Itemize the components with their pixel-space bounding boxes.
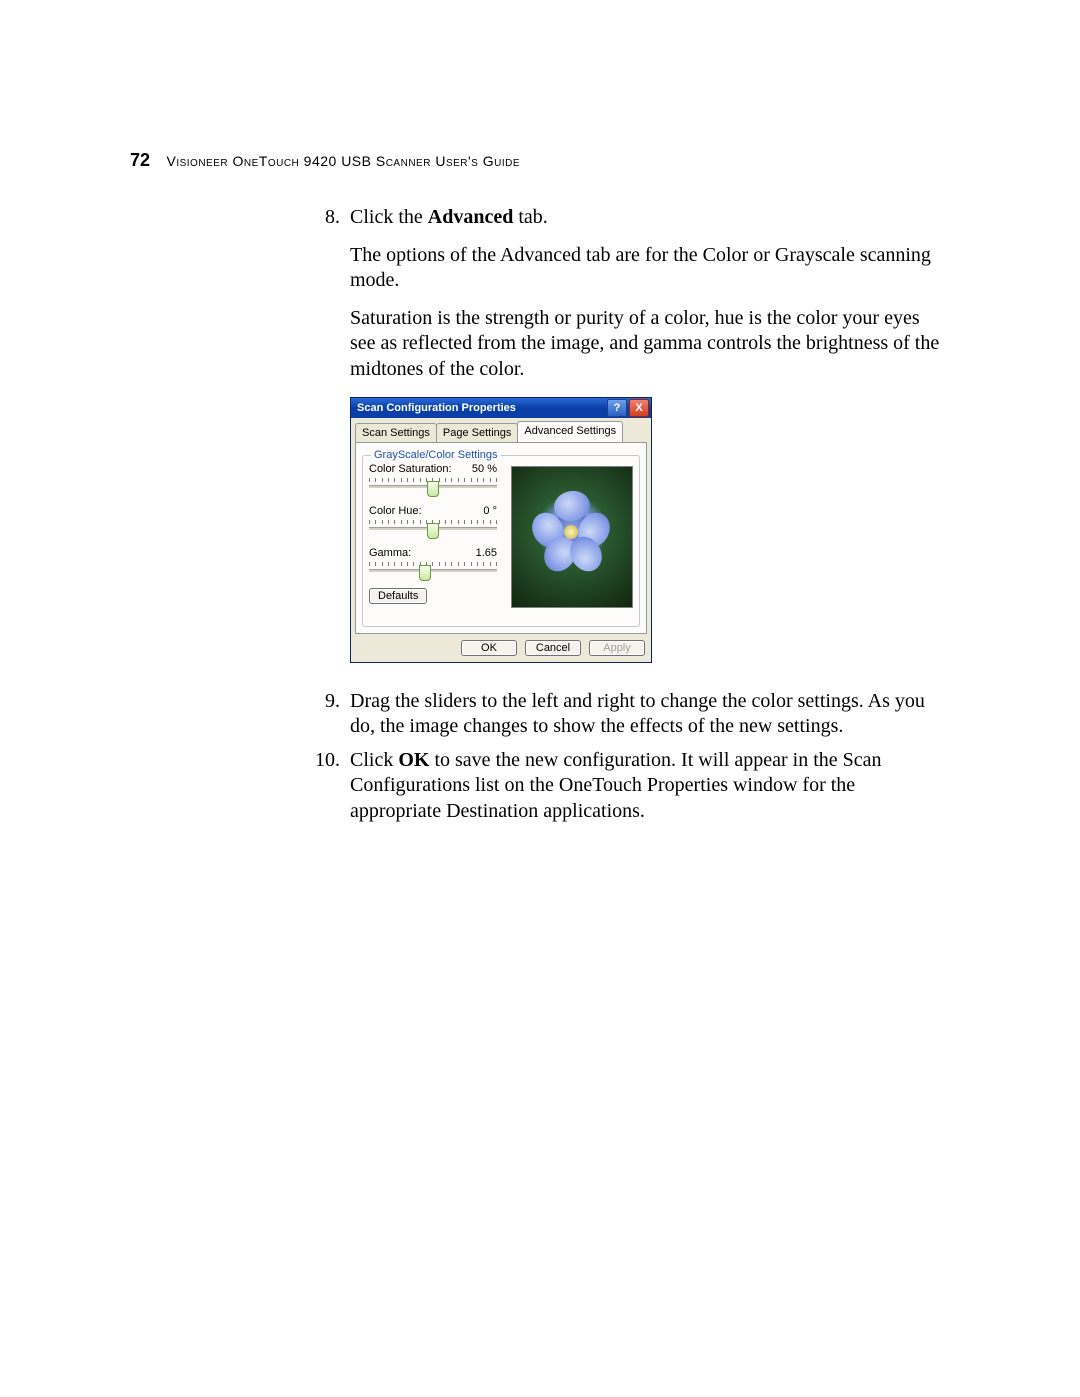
hue-slider[interactable]: [369, 520, 497, 536]
step-10: 10. Click OK to save the new configurati…: [310, 748, 950, 825]
hue-thumb[interactable]: [427, 523, 439, 539]
hue-value: 0 °: [483, 504, 497, 518]
tab-advanced-settings[interactable]: Advanced Settings: [517, 421, 623, 441]
grayscale-color-group: GrayScale/Color Settings Color Saturatio…: [362, 455, 640, 627]
dialog-titlebar[interactable]: Scan Configuration Properties ? X: [351, 398, 651, 418]
close-button[interactable]: X: [629, 399, 649, 417]
step-10-text: Click OK to save the new configuration. …: [350, 748, 950, 825]
step-8-para2: The options of the Advanced tab are for …: [350, 243, 950, 294]
page-number: 72: [130, 150, 150, 171]
gamma-thumb[interactable]: [419, 565, 431, 581]
gamma-slider[interactable]: [369, 562, 497, 578]
tab-strip: Scan Settings Page Settings Advanced Set…: [355, 422, 647, 442]
step-number: 10.: [310, 748, 340, 825]
step-number: 9.: [310, 689, 340, 740]
step-8: 8. Click the Advanced tab. The options o…: [310, 205, 950, 681]
step-number: 8.: [310, 205, 340, 681]
saturation-label: Color Saturation:: [369, 462, 452, 476]
step-8-line1: Click the Advanced tab.: [350, 205, 950, 231]
gamma-row: Gamma: 1.65: [369, 546, 497, 578]
saturation-slider[interactable]: [369, 478, 497, 494]
step-9: 9. Drag the sliders to the left and righ…: [310, 689, 950, 740]
saturation-row: Color Saturation: 50 %: [369, 462, 497, 494]
cancel-button[interactable]: Cancel: [525, 640, 581, 656]
scan-config-dialog: Scan Configuration Properties ? X Scan S…: [350, 397, 652, 663]
saturation-thumb[interactable]: [427, 481, 439, 497]
saturation-value: 50 %: [472, 462, 497, 476]
tab-scan-settings[interactable]: Scan Settings: [355, 423, 437, 442]
dialog-title: Scan Configuration Properties: [357, 401, 605, 415]
dialog-button-row: OK Cancel Apply: [355, 640, 647, 656]
ok-button[interactable]: OK: [461, 640, 517, 656]
defaults-button[interactable]: Defaults: [369, 588, 427, 604]
preview-image: [511, 466, 633, 608]
gamma-value: 1.65: [476, 546, 497, 560]
help-button[interactable]: ?: [607, 399, 627, 417]
step-8-para3: Saturation is the strength or purity of …: [350, 306, 950, 383]
content-area: 8. Click the Advanced tab. The options o…: [310, 205, 950, 833]
apply-button[interactable]: Apply: [589, 640, 645, 656]
document-title: Visioneer OneTouch 9420 USB Scanner User…: [166, 153, 520, 169]
tab-page-settings[interactable]: Page Settings: [436, 423, 519, 442]
page-header: 72 Visioneer OneTouch 9420 USB Scanner U…: [130, 150, 950, 171]
group-label: GrayScale/Color Settings: [371, 448, 501, 462]
advanced-tab-panel: GrayScale/Color Settings Color Saturatio…: [355, 442, 647, 634]
hue-row: Color Hue: 0 °: [369, 504, 497, 536]
step-9-text: Drag the sliders to the left and right t…: [350, 689, 950, 740]
gamma-label: Gamma:: [369, 546, 411, 560]
hue-label: Color Hue:: [369, 504, 422, 518]
